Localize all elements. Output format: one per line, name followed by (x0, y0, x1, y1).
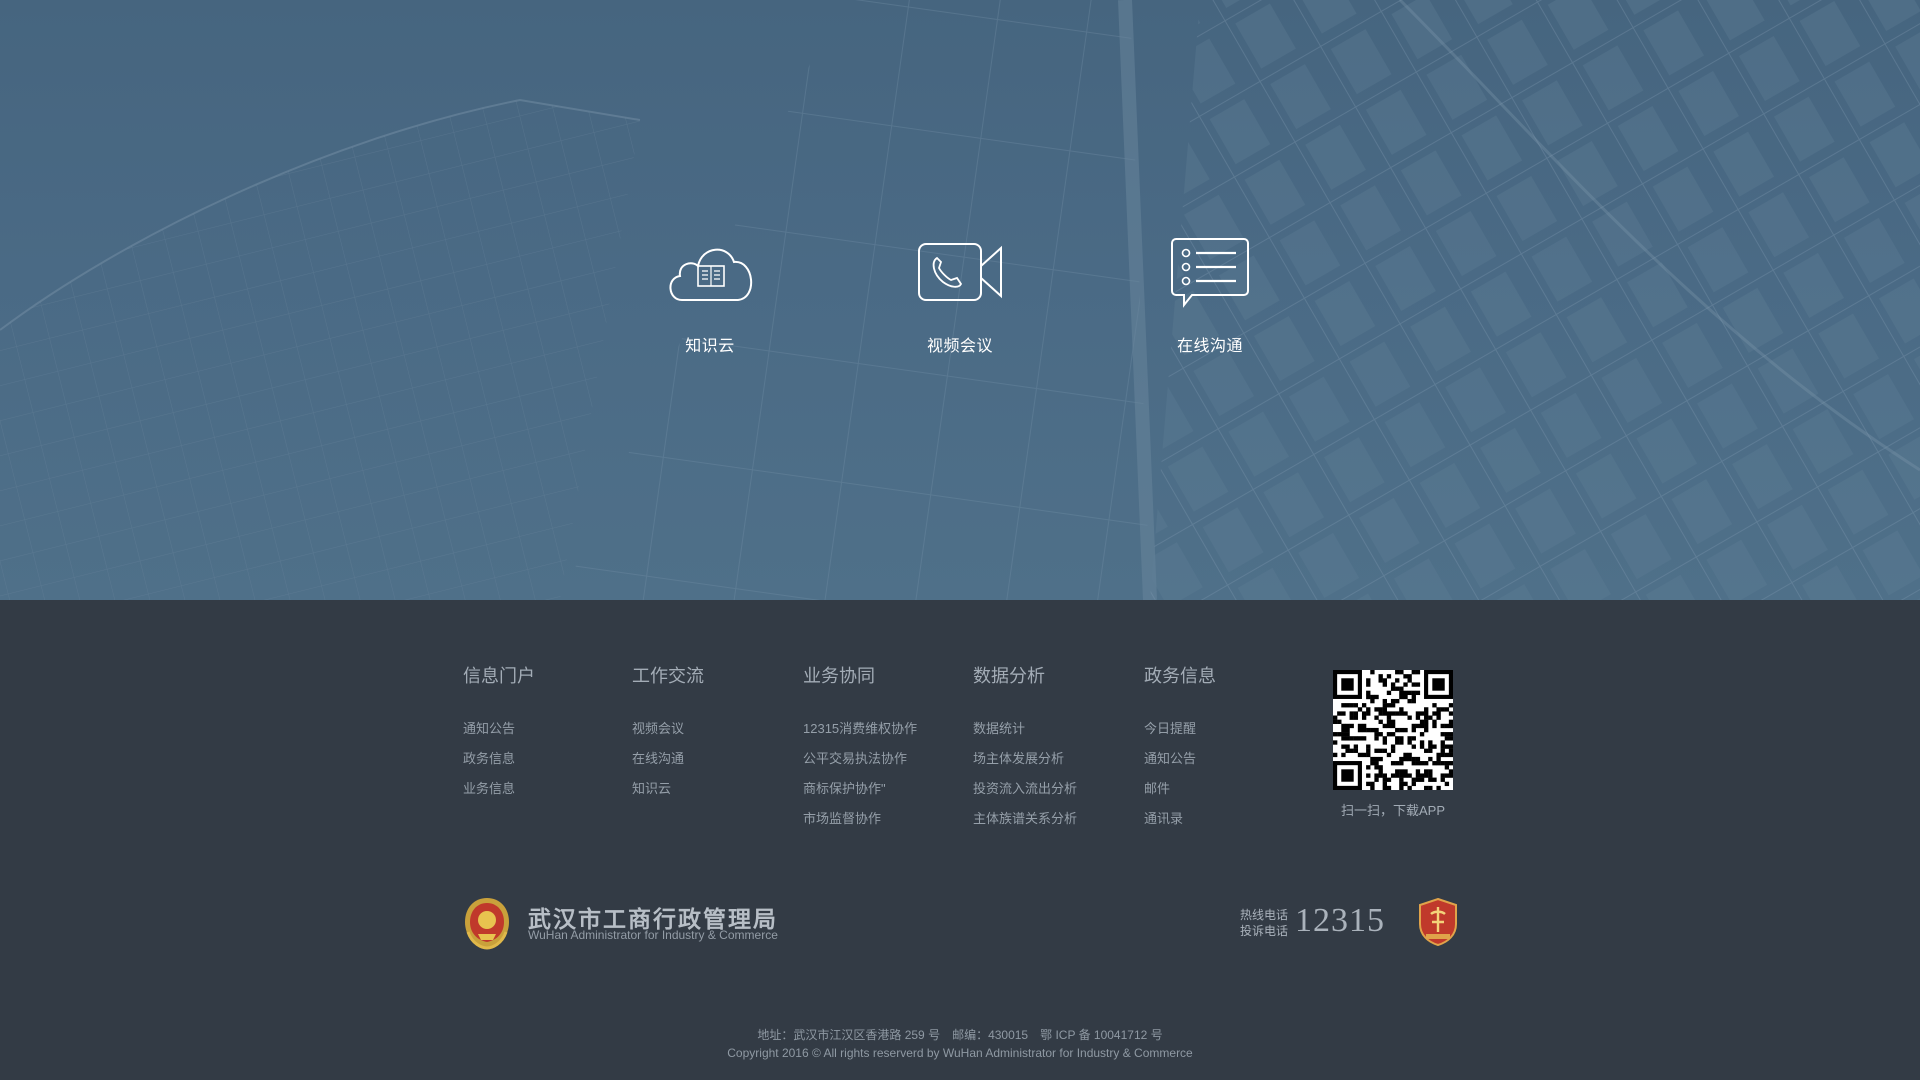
complaint-label: 投诉电话 (1240, 924, 1289, 938)
quick-link-knowledge-cloud[interactable]: 知识云 (630, 230, 790, 356)
footer-link[interactable]: 政务信息 (463, 744, 535, 774)
footer-link[interactable]: 业务信息 (463, 774, 535, 804)
hotline-number: 12315 (1295, 902, 1385, 939)
app-qr-code (1333, 670, 1454, 791)
address-line: 地址：武汉市江汉区香港路 259 号 邮编：430015 鄂 ICP 备 100… (757, 1028, 1163, 1042)
footer-link[interactable]: 在线沟通 (632, 744, 704, 774)
footer-column-gov-info: 政务信息 今日提醒 通知公告 邮件 通讯录 (1144, 662, 1216, 834)
footer-link[interactable]: 邮件 (1144, 774, 1216, 804)
footer-link[interactable]: 通知公告 (1144, 744, 1216, 774)
hero-banner: 知识云 视频会议 在线沟通 (0, 0, 1920, 600)
footer-column-info-portal: 信息门户 通知公告 政务信息 业务信息 (463, 662, 535, 804)
footer-column-work-exchange: 工作交流 视频会议 在线沟通 知识云 (632, 662, 704, 804)
footer-column-data-analysis: 数据分析 数据统计 场主体发展分析 投资流入流出分析 主体族谱关系分析 (973, 662, 1077, 834)
quick-link-label: 视频会议 (926, 338, 993, 355)
site-footer: 信息门户 通知公告 政务信息 业务信息 工作交流 视频会议 在线沟通 知识云 业… (0, 600, 1920, 1080)
column-title: 业务协同 (803, 666, 875, 686)
footer-link[interactable]: 投资流入流出分析 (973, 774, 1077, 804)
emblem-icon (465, 898, 509, 950)
column-title: 工作交流 (632, 666, 704, 686)
quick-link-label: 在线沟通 (1176, 338, 1243, 355)
org-logo: 武汉市工商行政管理局 WuHan Administrator for Indus… (462, 896, 822, 952)
consumer-rights-badge-icon (1419, 898, 1457, 946)
quick-link-label: 知识云 (685, 338, 735, 355)
footer-link[interactable]: 视频会议 (632, 714, 704, 744)
cloud-book-icon (630, 230, 790, 314)
footer-column-business-collab: 业务协同 12315消费维权协作 公平交易执法协作 商标保护协作" 市场监督协作 (803, 662, 917, 834)
org-name-en: WuHan Administrator for Industry & Comme… (528, 928, 778, 942)
hotline-block: 热线电话 投诉电话 12315 (1240, 902, 1384, 952)
footer-link[interactable]: 今日提醒 (1144, 714, 1216, 744)
hotline-label: 热线电话 (1240, 908, 1289, 922)
footer-link[interactable]: 通知公告 (463, 714, 535, 744)
footer-bottom-info: 地址：武汉市江汉区香港路 259 号 邮编：430015 鄂 ICP 备 100… (0, 1026, 1920, 1062)
column-title: 数据分析 (973, 666, 1045, 686)
quick-link-online-chat[interactable]: 在线沟通 (1130, 230, 1290, 356)
column-title: 政务信息 (1144, 666, 1216, 686)
footer-link[interactable]: 12315消费维权协作 (803, 714, 917, 744)
footer-link[interactable]: 场主体发展分析 (973, 744, 1077, 774)
footer-link[interactable]: 通讯录 (1144, 804, 1216, 834)
copyright-line: Copyright 2016 © All rights reserverd by… (727, 1046, 1193, 1060)
qr-caption: 扫一扫，下载APP (1340, 803, 1445, 818)
column-title: 信息门户 (463, 666, 535, 686)
video-call-icon (880, 230, 1040, 314)
footer-link[interactable]: 商标保护协作" (803, 774, 917, 804)
footer-link[interactable]: 市场监督协作 (803, 804, 917, 834)
footer-link[interactable]: 公平交易执法协作 (803, 744, 917, 774)
footer-link[interactable]: 知识云 (632, 774, 704, 804)
footer-link[interactable]: 数据统计 (973, 714, 1077, 744)
footer-link[interactable]: 主体族谱关系分析 (973, 804, 1077, 834)
quick-link-video-meeting[interactable]: 视频会议 (880, 230, 1040, 356)
chat-list-icon (1130, 230, 1290, 314)
